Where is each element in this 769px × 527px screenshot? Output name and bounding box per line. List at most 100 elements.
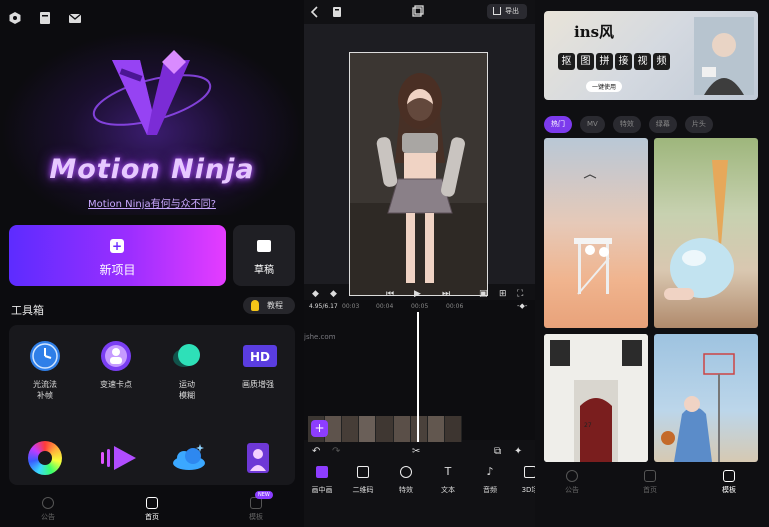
redo-icon[interactable]: ↷ (332, 446, 340, 457)
tool-quality-enhance[interactable]: HD 画质增强 (228, 339, 288, 390)
doc-icon[interactable] (332, 6, 342, 18)
tool-color-wheel[interactable] (15, 441, 75, 481)
tab-audio[interactable]: ♪ 音频 (470, 466, 510, 495)
export-button[interactable]: 导出 (487, 4, 527, 19)
snapshot-icon[interactable]: ▣ (479, 289, 488, 299)
tool-label: 光流法 (33, 380, 57, 389)
templates-screen: ins风 抠 图 拼 接 视 频 一键使用 热门 MV 特效 绿幕 片头 27 … (535, 0, 769, 527)
video-clip-track[interactable] (308, 416, 462, 442)
text-t-icon: T (444, 465, 452, 478)
new-project-button[interactable]: + 新项目 (9, 225, 226, 286)
nav-templates[interactable]: 模板 (236, 497, 276, 522)
planet-icon (42, 497, 54, 509)
edit-action-row: ↶ ↷ ✂ ⧉ ✦ (304, 446, 535, 460)
tool-sky[interactable] (157, 441, 217, 481)
chip-effects[interactable]: 特效 (612, 116, 641, 133)
tab-pip[interactable]: 画中画 (304, 466, 342, 495)
tab-text[interactable]: T 文本 (428, 466, 468, 495)
nav-label: 公告 (565, 486, 579, 494)
chip-hot[interactable]: 热门 (544, 116, 572, 133)
banner-char: 接 (615, 53, 632, 70)
tool-optical-flow[interactable]: 光流法 补帧 (15, 339, 75, 401)
banner-char: 拼 (596, 53, 613, 70)
drafts-icon (257, 240, 271, 252)
tab-3d[interactable]: 3D场 (510, 466, 535, 495)
qrcode-icon (357, 466, 369, 478)
tool-portrait[interactable] (228, 441, 288, 481)
door-number: 27 (584, 422, 592, 429)
aspect-ratio-icon[interactable] (412, 5, 424, 17)
copy-icon[interactable]: ⧉ (494, 446, 501, 457)
tutorial-button[interactable]: 教程 (243, 297, 295, 314)
drafts-label: 草稿 (254, 265, 274, 276)
back-arrow-icon[interactable] (310, 6, 320, 18)
video-preview (349, 52, 488, 296)
banner-char: 频 (653, 53, 670, 70)
play-bars-icon (99, 441, 136, 475)
drafts-button[interactable]: 草稿 (233, 225, 295, 286)
add-clip-button[interactable]: + (311, 420, 328, 437)
tab-label: 3D场 (521, 486, 535, 494)
book-icon[interactable] (38, 10, 52, 24)
keyframe-prev-icon[interactable]: ◆ (312, 289, 319, 299)
magic-icon[interactable]: ✦ (514, 446, 522, 457)
keyframe-add-icon[interactable]: ◆ (330, 289, 337, 299)
banner-char: 抠 (558, 53, 575, 70)
tool-speed-beat[interactable]: 变速卡点 (86, 339, 146, 390)
what-is-different-link[interactable]: Motion Ninja有何与众不同? (0, 195, 304, 210)
skip-start-icon[interactable]: ⏮ (386, 289, 394, 299)
template-tile-icecream[interactable] (654, 138, 758, 328)
lightbulb-icon (251, 300, 259, 311)
chip-intro[interactable]: 片头 (684, 116, 713, 133)
cloud-icon (170, 441, 205, 475)
timeline-marker-icon[interactable]: -◆- (517, 302, 527, 310)
template-tile-door[interactable]: 27 (544, 334, 648, 462)
skip-end-icon[interactable]: ⏭ (442, 289, 450, 299)
gear-person-icon (99, 339, 133, 373)
cube-icon (524, 466, 535, 478)
fullscreen-icon[interactable]: ⛶ (517, 289, 523, 299)
preview-area (304, 24, 535, 296)
chip-greenscreen[interactable]: 绿幕 (648, 116, 677, 133)
template-tile-beach[interactable] (544, 138, 648, 328)
door-scene-image: 27 (544, 334, 648, 462)
template-tile-basketball[interactable] (654, 334, 758, 462)
blur-ball-icon (170, 339, 204, 373)
layers-icon (316, 466, 328, 478)
settings-hex-icon[interactable] (8, 10, 22, 24)
brand-name: Motion Ninja (49, 154, 255, 185)
video-frame-image (350, 53, 487, 295)
hd-icon: HD (241, 339, 277, 373)
top-icon-bar (8, 10, 82, 24)
playhead[interactable] (417, 312, 419, 442)
play-icon[interactable]: ▶ (414, 289, 421, 299)
banner-use-button[interactable]: 一键使用 (586, 81, 623, 92)
tab-effects[interactable]: 特效 (386, 466, 426, 495)
tool-play-speed[interactable] (86, 441, 146, 481)
app-logo-icon (92, 50, 212, 135)
banner-title: ins风 (574, 23, 615, 41)
nav-home[interactable]: 首页 (132, 497, 172, 522)
nav-home[interactable]: 首页 (630, 470, 670, 495)
icecream-scene-image (664, 160, 734, 300)
hero-banner: Motion Ninja Motion Ninja有何与众不同? (0, 30, 304, 215)
mail-icon[interactable] (68, 10, 82, 24)
scissors-icon[interactable]: ✂ (412, 446, 420, 457)
export-label: 导出 (505, 7, 519, 15)
nav-templates[interactable]: 模板 (709, 470, 749, 495)
home-icon (644, 470, 656, 482)
tab-qrcode[interactable]: 二维码 (343, 466, 383, 495)
ruler-tick: 00:05 (411, 303, 429, 310)
chip-mv[interactable]: MV (580, 116, 605, 133)
promo-banner[interactable]: ins风 抠 图 拼 接 视 频 一键使用 (544, 11, 758, 100)
undo-icon[interactable]: ↶ (312, 446, 320, 457)
tool-label: 运动 (179, 380, 195, 389)
banner-collage-image (694, 17, 754, 95)
music-note-icon: ♪ (486, 465, 494, 478)
tool-motion-blur[interactable]: 运动 模糊 (157, 339, 217, 401)
nav-announcements[interactable]: 公告 (28, 497, 68, 522)
tutorial-label: 教程 (267, 301, 283, 310)
tab-label: 画中画 (311, 486, 333, 494)
nav-announcements[interactable]: 公告 (552, 470, 592, 495)
add-frame-icon[interactable]: ⊞ (499, 289, 507, 299)
